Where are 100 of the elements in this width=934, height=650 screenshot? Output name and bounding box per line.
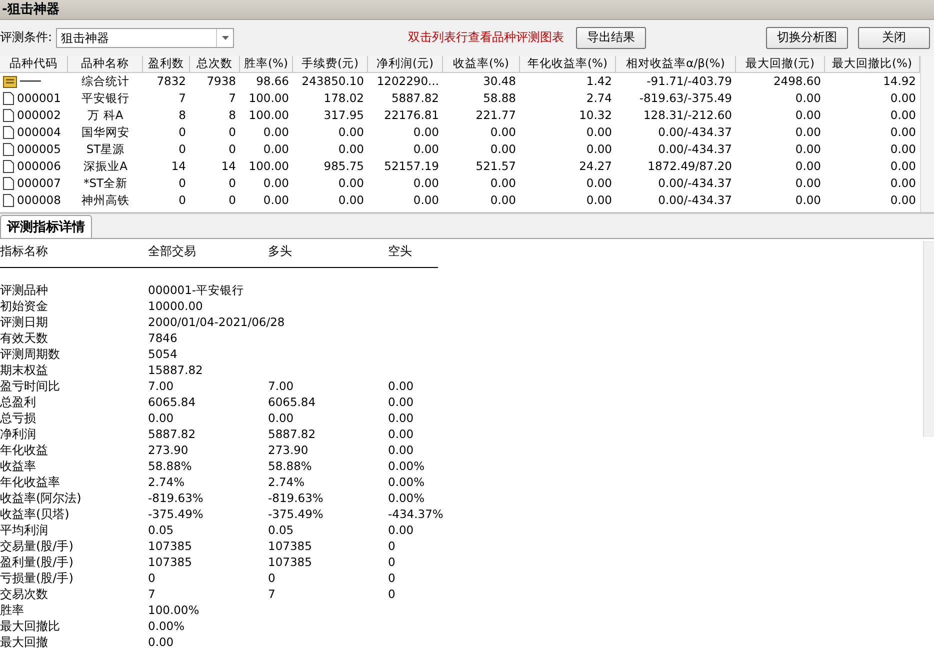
table-cell-text: 0 <box>178 192 187 209</box>
metric-name: 期末权益 <box>0 362 49 378</box>
table-cell-text: 0.00 <box>489 124 517 141</box>
table-cell-text: 8 <box>178 107 187 124</box>
metric-name: 评测周期数 <box>0 346 61 362</box>
metric-name: 总盈利 <box>0 394 37 410</box>
column-header[interactable]: 胜率(%) <box>240 56 293 73</box>
table-cell: 000002 <box>17 108 61 122</box>
metric-value: 0.00% <box>388 458 425 474</box>
table-cell-text: 0.00 <box>889 107 917 124</box>
table-cell-text: 0.00 <box>585 124 613 141</box>
table-cell-text: 0.00 <box>794 141 822 158</box>
metric-value: 6065.84 <box>148 394 197 410</box>
condition-dropdown[interactable]: 狙击神器 <box>56 28 234 48</box>
metric-value: 0 <box>268 570 276 586</box>
metric-value: -375.49% <box>148 506 204 522</box>
metric-value: 2.74% <box>268 474 306 490</box>
document-icon <box>3 142 14 156</box>
table-cell-text: 221.77 <box>474 107 517 124</box>
table-cell-text: 0.00/-434.37 <box>657 141 733 158</box>
metric-value: 0.00 <box>388 442 414 458</box>
table-cell-text: 22176.81 <box>383 107 440 124</box>
table-cell-text: 0.00 <box>889 124 917 141</box>
column-header[interactable]: 品种代码 <box>0 56 68 73</box>
document-icon <box>3 126 14 139</box>
table-cell-text: 0.00 <box>262 192 290 209</box>
table-cell-text: 0.00 <box>585 175 613 192</box>
table-cell-text: 0.00 <box>489 175 517 192</box>
metric-name: 亏损量(股/手) <box>0 570 74 586</box>
column-header: 全部交易 <box>148 243 197 260</box>
table-cell-text: *ST全新 <box>82 174 129 192</box>
metric-name: 交易量(股/手) <box>0 538 74 554</box>
column-header[interactable]: 品种名称 <box>68 56 143 73</box>
document-icon <box>3 108 14 122</box>
detail-tab[interactable]: 评测指标详情 <box>0 215 92 238</box>
scrollbar[interactable] <box>920 56 934 212</box>
table-cell: 000004 <box>17 125 61 140</box>
column-header[interactable]: 年化收益率(%) <box>520 56 616 73</box>
metric-value: 7 <box>268 586 276 602</box>
metric-value: 0.00% <box>388 490 425 506</box>
metric-value: 0.00% <box>388 474 425 490</box>
close-button[interactable]: 关闭 <box>858 26 930 49</box>
export-button[interactable]: 导出结果 <box>576 26 646 49</box>
table-cell-text: 0.00 <box>794 107 822 124</box>
scrollbar[interactable] <box>923 241 934 438</box>
column-header[interactable]: 总次数 <box>190 56 240 73</box>
metric-value: 0.00 <box>388 522 414 538</box>
table-cell-text: 0 <box>228 124 237 141</box>
metric-value: 10000.00 <box>148 298 203 314</box>
metric-value: 0.00% <box>148 618 185 634</box>
metric-value: 273.90 <box>268 442 310 458</box>
metric-value: 0.00 <box>268 410 295 426</box>
metric-name: 盈利量(股/手) <box>0 554 74 570</box>
column-header[interactable]: 手续费(元) <box>293 56 368 73</box>
metric-value: 7.00 <box>148 378 175 394</box>
table-cell-text: 0.00 <box>412 192 440 209</box>
column-header[interactable]: 相对收益率α/β(%) <box>616 56 736 73</box>
table-cell-text: 521.57 <box>474 158 517 175</box>
switch-chart-button[interactable]: 切换分析图 <box>766 26 848 49</box>
metric-value: 0 <box>388 570 396 586</box>
metric-value: 2.74% <box>148 474 186 490</box>
table-cell-text: 0.00/-434.37 <box>657 192 733 209</box>
table-cell-text: 0.00 <box>262 124 290 141</box>
table-cell-text: 0.00 <box>262 141 290 158</box>
table-cell-text: 0 <box>178 175 187 192</box>
column-header[interactable]: 盈利数 <box>143 56 190 73</box>
metric-value: 273.90 <box>148 442 190 458</box>
metric-value: 0.00 <box>388 378 414 394</box>
table-cell-text: 综合统计 <box>80 72 130 90</box>
caret-icon <box>222 36 229 40</box>
table-cell-text: 14 <box>170 158 187 175</box>
table-cell: 000006 <box>17 159 61 174</box>
table-cell-text: 0.00 <box>794 90 822 107</box>
column-header[interactable]: 收益率(%) <box>443 56 520 73</box>
table-cell-text: 0 <box>178 124 187 141</box>
metric-name: 有效天数 <box>0 330 49 346</box>
table-cell-text: 5887.82 <box>390 90 440 107</box>
table-cell-text: 178.02 <box>322 90 365 107</box>
table-cell-text: 8 <box>228 107 237 124</box>
metric-value: 0.00 <box>388 426 414 442</box>
metric-value: 0.00 <box>148 410 175 426</box>
metric-value: 0.00 <box>388 394 414 410</box>
table-cell-text: 0.00 <box>412 175 440 192</box>
metric-name: 最大回撤比 <box>0 618 61 634</box>
column-header[interactable]: 最大回撤比(%) <box>825 56 920 73</box>
table-cell-text: 14.92 <box>882 73 917 90</box>
column-header[interactable]: 最大回撤(元) <box>736 56 825 73</box>
table-cell-text: 7938 <box>206 73 237 90</box>
table-cell-text: 0.00 <box>337 141 365 158</box>
metric-value: 58.88% <box>148 458 193 474</box>
metric-value: 100.00% <box>148 602 200 618</box>
table-cell-text: 0 <box>178 141 187 158</box>
metric-value: 0 <box>148 570 156 586</box>
table-cell-text: 0.00 <box>889 158 917 175</box>
column-header[interactable]: 净利润(元) <box>368 56 443 73</box>
table-cell-text: 10.32 <box>578 107 613 124</box>
metric-value: 5887.82 <box>268 426 317 442</box>
table-cell-text: 0.00/-434.37 <box>657 175 733 192</box>
table-cell-text: 52157.19 <box>383 158 440 175</box>
document-icon <box>3 194 14 207</box>
